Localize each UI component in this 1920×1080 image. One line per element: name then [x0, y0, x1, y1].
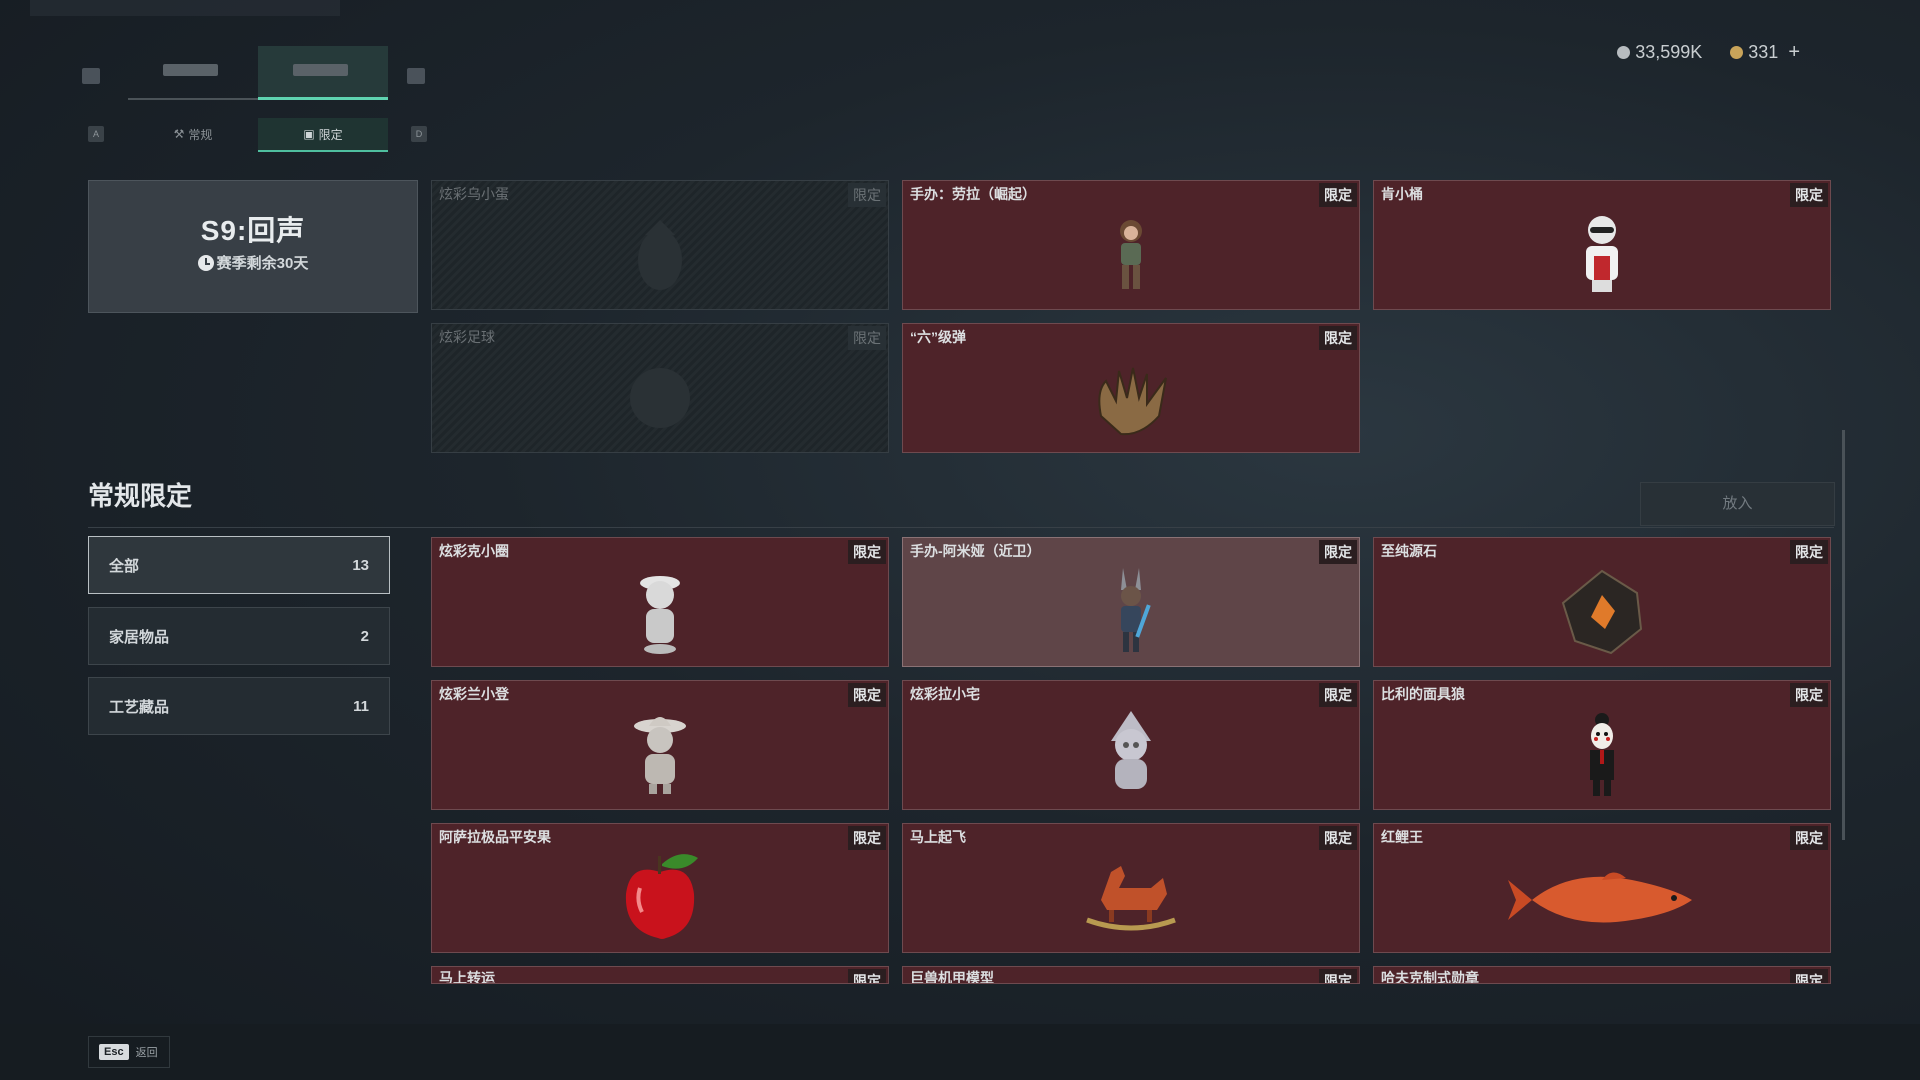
- limited-badge: 限定: [1790, 183, 1828, 207]
- sub-tab-limited-label: 限定: [318, 127, 343, 142]
- limited-badge: 限定: [1319, 183, 1357, 207]
- tab-showcase[interactable]: [258, 46, 388, 100]
- sub-tab-limited[interactable]: ▣ 限定: [258, 118, 388, 152]
- next-tab-key-icon[interactable]: [407, 68, 425, 84]
- kitty-figure-icon: [640, 576, 680, 655]
- limited-badge: 限定: [848, 683, 886, 707]
- put-in-button[interactable]: 放入: [1640, 482, 1835, 526]
- blurred-header-strip: [30, 0, 340, 16]
- limited-badge: 限定: [1790, 826, 1828, 850]
- item-card[interactable]: 马上起飞 限定: [902, 823, 1360, 953]
- originium-icon: [1561, 570, 1643, 655]
- bullet-hand-icon: [1098, 368, 1167, 436]
- season-remaining: 赛季剩余30天: [89, 252, 417, 273]
- season-item-card[interactable]: 手办：劳拉（崛起） 限定: [902, 180, 1360, 310]
- amiya-figure-icon: [1121, 568, 1151, 653]
- limited-badge: 限定: [1790, 540, 1828, 564]
- egg-figure-icon: [638, 220, 682, 291]
- limited-badge: 限定: [848, 969, 886, 983]
- prev-tab-key-icon[interactable]: [82, 68, 100, 84]
- season-item-card[interactable]: 炫彩足球 限定: [431, 323, 889, 453]
- item-card[interactable]: 阿萨拉极品平安果 限定: [431, 823, 889, 953]
- gold-currency: 331 +: [1730, 41, 1800, 64]
- add-currency-button[interactable]: +: [1788, 41, 1800, 63]
- limited-badge: 限定: [1790, 683, 1828, 707]
- gold-coin-icon: [1730, 45, 1744, 59]
- season-item-card[interactable]: “六”级弹 限定: [902, 323, 1360, 453]
- item-card[interactable]: 哈夫克制式勋章 限定: [1373, 966, 1831, 984]
- hooded-figure-icon: [1111, 711, 1151, 790]
- sub-tab-left-key[interactable]: A: [88, 126, 104, 142]
- item-card[interactable]: 比利的面具狼 限定: [1373, 680, 1831, 810]
- item-card[interactable]: 手办-阿米娅（近卫） 限定: [902, 537, 1360, 667]
- season-item-card[interactable]: 肯小桶 限定: [1373, 180, 1831, 310]
- tab-collection[interactable]: [128, 46, 258, 100]
- season-title: S9:回声: [200, 215, 306, 246]
- silver-coin-icon: [1617, 45, 1631, 59]
- category-craft[interactable]: 工艺藏品 11: [88, 677, 390, 735]
- apple-icon: [625, 854, 698, 940]
- football-icon: [630, 368, 690, 429]
- section-title: 常规限定: [88, 481, 193, 511]
- limited-badge: 限定: [848, 540, 886, 564]
- limited-badge: 限定: [848, 326, 886, 350]
- billy-puppet-icon: [1590, 713, 1614, 797]
- scrollbar[interactable]: [1842, 430, 1845, 840]
- back-button[interactable]: Esc 返回: [88, 1036, 170, 1068]
- limited-badge: 限定: [848, 183, 886, 207]
- sombrero-figure-icon: [634, 717, 686, 795]
- clock-icon: [197, 255, 214, 271]
- sub-tab-bar: A ⚒ 常规 ▣ 限定 D: [86, 118, 427, 152]
- season-item-card[interactable]: 炫彩乌小蛋 限定: [431, 180, 889, 310]
- limited-badge: 限定: [1319, 969, 1357, 983]
- limited-badge: 限定: [1790, 969, 1828, 983]
- category-all[interactable]: 全部 13: [88, 536, 390, 594]
- footer-bar: [0, 1024, 1920, 1080]
- colonel-figure-icon: [1586, 216, 1618, 293]
- currency-bar: 33,599K 331 +: [1617, 40, 1800, 64]
- item-card[interactable]: 炫彩克小圈 限定: [431, 537, 889, 667]
- sub-tab-normal[interactable]: ⚒ 常规: [128, 118, 258, 150]
- silver-currency: 33,599K: [1617, 42, 1702, 63]
- back-label: 返回: [135, 1047, 158, 1059]
- limited-badge: 限定: [1319, 326, 1357, 350]
- section-divider: [88, 527, 1834, 528]
- lara-figure-icon: [1120, 220, 1142, 290]
- sub-tab-right-key[interactable]: D: [411, 126, 427, 142]
- item-card[interactable]: 至纯源石 限定: [1373, 537, 1831, 667]
- normal-icon: ⚒: [173, 127, 185, 141]
- limited-icon: ▣: [303, 127, 315, 141]
- carp-icon: [1508, 872, 1692, 923]
- esc-key-icon: Esc: [99, 1044, 129, 1060]
- rocking-horse-icon: [1086, 866, 1176, 931]
- limited-badge: 限定: [848, 826, 886, 850]
- item-card[interactable]: 炫彩兰小登 限定: [431, 680, 889, 810]
- item-card[interactable]: 红鲤王 限定: [1373, 823, 1831, 953]
- item-card[interactable]: 马上转运 限定: [431, 966, 889, 984]
- top-tab-bar: [80, 46, 425, 102]
- item-card[interactable]: 炫彩拉小宅 限定: [902, 680, 1360, 810]
- limited-badge: 限定: [1319, 683, 1357, 707]
- limited-badge: 限定: [1319, 826, 1357, 850]
- season-card: S9:回声 赛季剩余30天: [88, 180, 418, 313]
- limited-badge: 限定: [1319, 540, 1357, 564]
- item-card[interactable]: 巨兽机甲模型 限定: [902, 966, 1360, 984]
- sub-tab-normal-label: 常规: [188, 127, 213, 142]
- category-home[interactable]: 家居物品 2: [88, 607, 390, 665]
